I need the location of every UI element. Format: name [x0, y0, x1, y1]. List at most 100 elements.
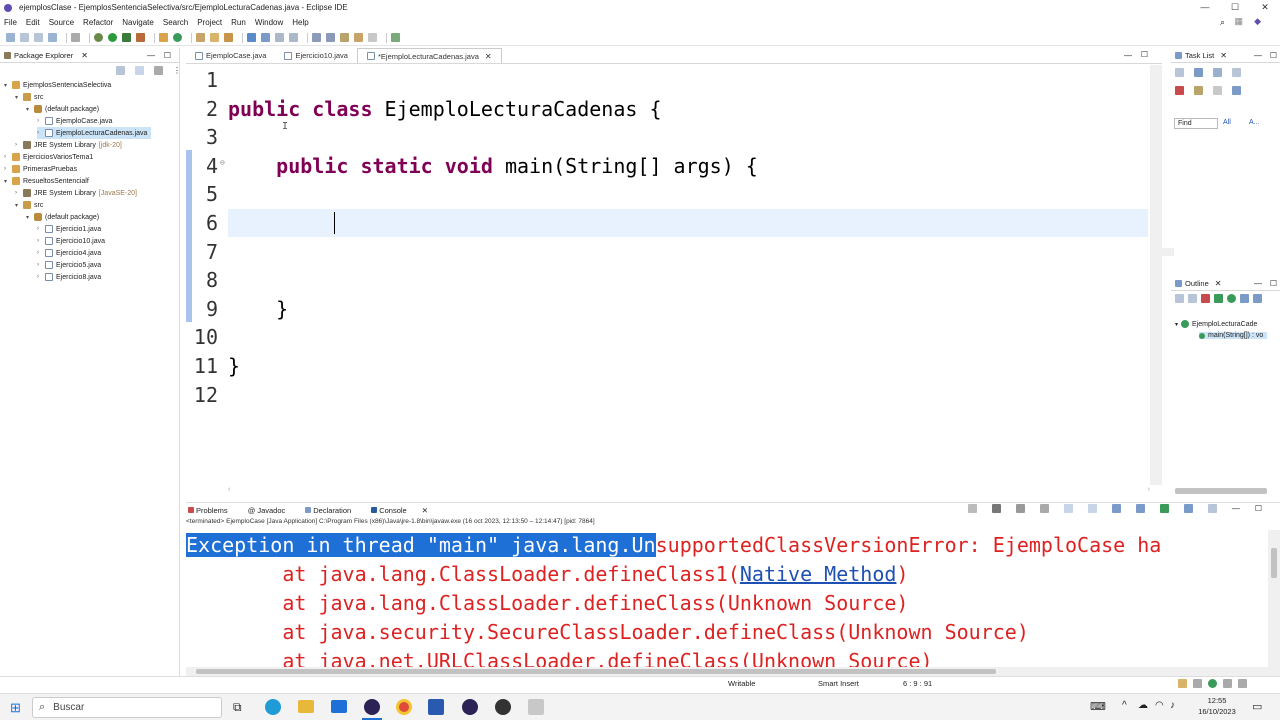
editor-horizontal-scrollbar[interactable]: ‹ ›: [186, 486, 1150, 496]
collapse-outline-icon[interactable]: [1253, 294, 1262, 303]
expand-arrow-icon[interactable]: ›: [37, 118, 45, 124]
code-editor[interactable]: 1 2 public class EjemploLecturaCadenas {3 4…: [186, 65, 1148, 485]
scheduled-icon[interactable]: [1213, 68, 1222, 77]
expand-arrow-icon[interactable]: ›: [37, 238, 45, 244]
tab-ejemplolecturacadenas[interactable]: *EjemploLecturaCadenas.java ✕: [356, 48, 502, 63]
collapse-arrow-icon[interactable]: ▾: [4, 178, 12, 185]
console-scroll-thumb[interactable]: [1271, 548, 1277, 578]
minimize-console-icon[interactable]: —: [1232, 504, 1240, 513]
collapse-arrow-icon[interactable]: ▾: [26, 106, 34, 113]
remove-all-icon[interactable]: [1015, 504, 1025, 513]
app-icon[interactable]: [495, 699, 511, 715]
console-hscroll-thumb[interactable]: [196, 669, 996, 674]
expand-arrow-icon[interactable]: ›: [4, 154, 12, 160]
activate-link[interactable]: A...: [1249, 119, 1260, 126]
maximize-button[interactable]: ☐: [1220, 0, 1250, 15]
tree-item[interactable]: › PrimerasPruebas: [4, 163, 77, 175]
view-menu-icon[interactable]: ⋮: [173, 66, 181, 75]
coverage-icon[interactable]: [122, 33, 131, 42]
new-icon[interactable]: [6, 33, 15, 42]
tree-item[interactable]: › EjemploLecturaCadenas.java: [37, 127, 152, 139]
minimize-outline-icon[interactable]: —: [1254, 279, 1262, 288]
eclipse-taskbar-icon[interactable]: [364, 699, 380, 715]
wifi-icon[interactable]: ◠: [1155, 700, 1164, 711]
maximize-view-icon[interactable]: ☐: [164, 51, 171, 60]
find-input[interactable]: Find: [1174, 118, 1218, 129]
show-whitespace-icon[interactable]: [289, 33, 298, 42]
next-annotation-icon[interactable]: [312, 33, 321, 42]
focus-icon[interactable]: [1232, 68, 1241, 77]
task-list-tab[interactable]: Task List ✕ — ☐: [1171, 48, 1280, 63]
show-hidden-icons[interactable]: ^: [1122, 700, 1127, 711]
collapse-arrow-icon[interactable]: ▾: [1175, 321, 1178, 328]
menu-navigate[interactable]: Navigate: [122, 18, 154, 27]
tree-item[interactable]: › EjemploCase.java: [37, 115, 112, 127]
hide-nonpublic-icon[interactable]: [1214, 294, 1223, 303]
maximize-task-list-icon[interactable]: ☐: [1270, 51, 1277, 60]
delete-completed-icon[interactable]: [1175, 86, 1184, 95]
java-perspective-icon[interactable]: ◆: [1254, 16, 1261, 27]
console-vertical-scrollbar[interactable]: [1268, 530, 1280, 667]
run-icon[interactable]: [108, 33, 117, 42]
clear-console-icon[interactable]: [1039, 504, 1049, 513]
menu-run[interactable]: Run: [231, 18, 246, 27]
fold-icon[interactable]: ⊖: [220, 158, 225, 167]
filter-icon[interactable]: [154, 66, 163, 75]
status-icon-4[interactable]: [1223, 679, 1232, 688]
menu-edit[interactable]: Edit: [26, 18, 40, 27]
volume-icon[interactable]: ♪: [1170, 700, 1175, 711]
hide-fields-icon[interactable]: [1188, 294, 1197, 303]
eclipse-taskbar-icon-2[interactable]: [462, 699, 478, 715]
link-editor-icon[interactable]: [135, 66, 144, 75]
tree-item[interactable]: › Ejercicio5.java: [37, 259, 101, 271]
tab-ejercicio10[interactable]: Ejercicio10.java: [275, 48, 357, 63]
outline-class-row[interactable]: ▾ EjemploLecturaCade: [1175, 320, 1257, 328]
categorized-icon[interactable]: [1194, 68, 1203, 77]
tree-item[interactable]: ▾ (default package): [26, 103, 99, 115]
expand-arrow-icon[interactable]: ›: [37, 226, 45, 232]
collapse-arrow-icon[interactable]: ▾: [15, 94, 23, 101]
tree-item[interactable]: › JRE System Library [jdk-20]: [15, 139, 122, 151]
expand-arrow-icon[interactable]: ›: [4, 166, 12, 172]
maximize-console-icon[interactable]: ☐: [1255, 504, 1262, 513]
word-icon[interactable]: [428, 699, 444, 715]
snipping-tool-icon[interactable]: [528, 699, 544, 715]
console-output[interactable]: Exception in thread "main" java.lang.Un s…: [186, 530, 1266, 667]
new-task-icon[interactable]: [1175, 68, 1184, 77]
file-explorer-icon[interactable]: [298, 700, 314, 713]
tab-javadoc[interactable]: @ Javadoc: [248, 506, 296, 515]
collapse-arrow-icon[interactable]: ▾: [15, 202, 23, 209]
expand-arrow-icon[interactable]: ›: [37, 262, 45, 268]
new-class-icon[interactable]: [173, 33, 182, 42]
tree-item[interactable]: ▾ EjemplosSentenciaSelectiva: [4, 79, 111, 91]
notifications-icon[interactable]: ▭: [1252, 700, 1262, 713]
display-console-icon[interactable]: [1183, 504, 1193, 513]
chrome-icon[interactable]: [396, 699, 412, 715]
menu-source[interactable]: Source: [49, 18, 74, 27]
new-java-project-icon[interactable]: [159, 33, 168, 42]
maximize-outline-icon[interactable]: ☐: [1270, 279, 1277, 288]
tree-item[interactable]: › Ejercicio1.java: [37, 223, 101, 235]
terminate-icon[interactable]: [967, 504, 977, 513]
back-icon[interactable]: [354, 33, 363, 42]
taskbar-search-box[interactable]: ⌕ Buscar: [32, 697, 222, 718]
all-filter-link[interactable]: All: [1223, 119, 1231, 126]
collapse-arrow-icon[interactable]: ▾: [4, 82, 12, 89]
link-outline-icon[interactable]: [1240, 294, 1249, 303]
menu-help[interactable]: Help: [292, 18, 308, 27]
task-view-icon[interactable]: ⧉: [233, 700, 242, 715]
last-edit-icon[interactable]: [340, 33, 349, 42]
expand-arrow-icon[interactable]: ›: [37, 250, 45, 256]
hide-static-icon[interactable]: [1201, 294, 1210, 303]
taskbar-time[interactable]: 12:55: [1197, 696, 1237, 705]
minimize-task-list-icon[interactable]: —: [1254, 51, 1262, 60]
menu-file[interactable]: File: [4, 18, 17, 27]
tab-console[interactable]: Console ✕: [371, 506, 439, 515]
forward-icon[interactable]: [368, 33, 377, 42]
tree-item[interactable]: ▾ ResueltosSentencialf: [4, 175, 89, 187]
tree-item[interactable]: › Ejercicio4.java: [37, 247, 101, 259]
sync-icon[interactable]: [1194, 86, 1203, 95]
tree-item[interactable]: › Ejercicio10.java: [37, 235, 105, 247]
tree-item[interactable]: › JRE System Library [JavaSE-20]: [15, 187, 137, 199]
status-insert-mode[interactable]: Smart Insert: [818, 679, 859, 688]
